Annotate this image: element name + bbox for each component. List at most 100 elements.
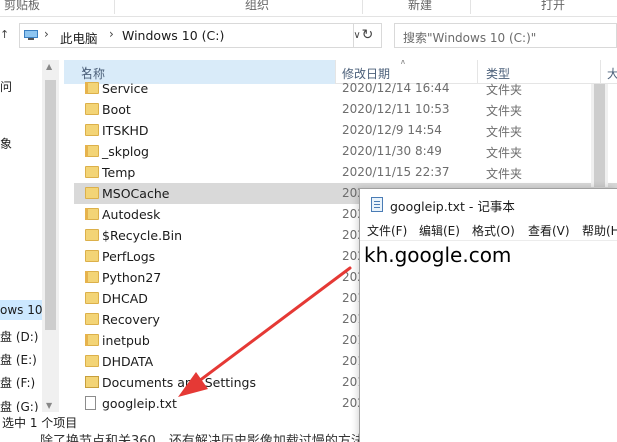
folder-icon [85, 271, 99, 283]
notepad-menubar: 文件(F) 编辑(E) 格式(O) 查看(V) 帮助(H) [360, 219, 617, 240]
notepad-text-area[interactable]: kh.google.com [360, 240, 617, 442]
breadcrumb-drive-c[interactable]: Windows 10 (C:) [122, 28, 224, 43]
file-row[interactable]: Temp 2020/11/15 22:37 文件夹 [81, 162, 522, 183]
nav-item-drive-c[interactable]: ows 10 ( [0, 300, 51, 320]
notepad-titlebar[interactable]: googleip.txt - 记事本 [360, 189, 617, 219]
file-modified: 2020/11/15 22:37 [342, 165, 450, 179]
ribbon-group-open: 打开 [541, 0, 566, 12]
address-bar[interactable]: › 此电脑 › Windows 10 (C:) ∨ [19, 23, 361, 48]
file-row[interactable]: DHCAD 201 [81, 288, 365, 309]
list-scroll-thumb[interactable] [594, 84, 605, 187]
file-name: Boot [102, 102, 131, 117]
file-name: DHCAD [102, 291, 148, 306]
file-name: Service [102, 81, 149, 96]
up-arrow-icon[interactable]: ↑ [0, 28, 10, 42]
notepad-window[interactable]: googleip.txt - 记事本 文件(F) 编辑(E) 格式(O) 查看(… [359, 188, 617, 442]
breadcrumb-chevron-icon[interactable]: › [109, 27, 114, 41]
folder-icon [85, 355, 99, 367]
file-name: Python27 [102, 270, 162, 285]
sort-chevron-icon[interactable]: ∨ [81, 65, 88, 75]
ribbon-group-organize: 组织 [245, 0, 270, 12]
menu-edit[interactable]: 编辑(E) [419, 222, 460, 239]
folder-icon [85, 313, 99, 325]
file-modified: 2020/12/9 14:54 [342, 123, 442, 137]
column-header-type[interactable]: 类型 [486, 65, 510, 82]
folder-icon [85, 145, 99, 157]
file-name: PerfLogs [102, 249, 156, 264]
text-file-icon [85, 396, 96, 410]
file-type: 文件夹 [486, 83, 523, 97]
ribbon-divider [362, 0, 363, 14]
notepad-icon [371, 197, 383, 212]
file-type: 文件夹 [486, 146, 523, 160]
file-name: ITSKHD [102, 123, 149, 138]
file-name: Temp [102, 165, 136, 180]
file-row[interactable]: Service 2020/12/14 16:44 文件夹 [81, 78, 522, 99]
folder-icon [85, 82, 99, 94]
nav-item-drive-d[interactable]: 盘 (D:) [0, 328, 38, 345]
file-row[interactable]: PerfLogs 202 [81, 246, 365, 267]
nav-item[interactable]: 象 [0, 135, 12, 152]
file-modified: 2020/11/30 8:49 [342, 144, 442, 158]
file-name: Documents and Settings [102, 375, 257, 390]
file-type: 文件夹 [486, 167, 523, 181]
menu-file[interactable]: 文件(F) [367, 222, 407, 239]
notepad-title: googleip.txt - 记事本 [390, 199, 515, 214]
file-row[interactable]: $Recycle.Bin 202 [81, 225, 365, 246]
footer-caption-text: 除了换节点和关360，还有解决历史影像加载过慢的方法吗 [40, 434, 377, 442]
breadcrumb-this-pc[interactable]: 此电脑 [60, 28, 98, 47]
folder-icon [85, 334, 99, 346]
nav-scroll-thumb[interactable] [45, 80, 56, 330]
file-name: $Recycle.Bin [102, 228, 183, 243]
file-name: googleip.txt [102, 396, 177, 411]
notepad-content: kh.google.com [364, 243, 512, 267]
nav-item-drive-e[interactable]: 盘 (E:) [0, 351, 37, 368]
file-row[interactable]: DHDATA 201 [81, 351, 365, 372]
folder-icon [85, 229, 99, 241]
menu-view[interactable]: 查看(V) [528, 222, 570, 239]
breadcrumb-chevron-icon[interactable]: › [44, 27, 49, 41]
file-modified: 2020/12/11 10:53 [342, 102, 450, 116]
scroll-down-icon[interactable]: ▼ [46, 401, 52, 410]
this-pc-icon [24, 30, 38, 40]
file-type: 文件夹 [486, 125, 523, 139]
menu-help[interactable]: 帮助(H) [582, 222, 617, 239]
file-row[interactable]: inetpub 201 [81, 330, 365, 351]
file-row[interactable]: Recovery 201 [81, 309, 365, 330]
file-row[interactable]: Python27 202 [81, 267, 365, 288]
folder-icon [85, 187, 99, 199]
file-name: inetpub [102, 333, 150, 348]
scroll-up-icon[interactable]: ▲ [46, 62, 52, 71]
file-name: DHDATA [102, 354, 154, 369]
file-row[interactable]: _skplog 2020/11/30 8:49 文件夹 [81, 141, 522, 162]
nav-item[interactable]: 问 [0, 78, 12, 95]
nav-scrollbar[interactable]: ▲ ▼ [42, 60, 59, 412]
address-row: ↑ › 此电脑 › Windows 10 (C:) ∨ ↻ 搜索"Windows… [0, 17, 617, 53]
file-name: MSOCache [102, 186, 170, 201]
file-modified: 2020/12/14 16:44 [342, 81, 450, 95]
folder-icon [85, 166, 99, 178]
file-row[interactable]: ITSKHD 2020/12/9 14:54 文件夹 [81, 120, 522, 141]
file-row[interactable]: Documents and Settings 201 [81, 372, 365, 393]
folder-icon [85, 292, 99, 304]
folder-icon [85, 124, 99, 136]
file-row[interactable]: googleip.txt 202 [81, 393, 365, 412]
list-scrollbar[interactable] [591, 84, 608, 187]
search-placeholder: 搜索"Windows 10 (C:)" [403, 31, 537, 45]
file-row[interactable]: Autodesk 202 [81, 204, 365, 225]
nav-item-drive-f[interactable]: 盘 (F:) [0, 374, 35, 391]
search-input[interactable]: 搜索"Windows 10 (C:)" [394, 23, 617, 48]
ribbon-divider [114, 0, 115, 14]
folder-icon [85, 208, 99, 220]
file-name: Recovery [102, 312, 160, 327]
file-row[interactable]: Boot 2020/12/11 10:53 文件夹 [81, 99, 522, 120]
column-divider[interactable] [600, 60, 601, 84]
sort-up-icon: ∧ [400, 60, 406, 66]
file-name: Autodesk [102, 207, 161, 222]
folder-icon [85, 103, 99, 115]
refresh-icon[interactable]: ↻ [354, 23, 382, 48]
file-name: _skplog [102, 144, 149, 159]
column-header-size[interactable]: 大 [607, 65, 617, 82]
column-divider[interactable] [477, 60, 478, 84]
menu-format[interactable]: 格式(O) [472, 222, 515, 239]
